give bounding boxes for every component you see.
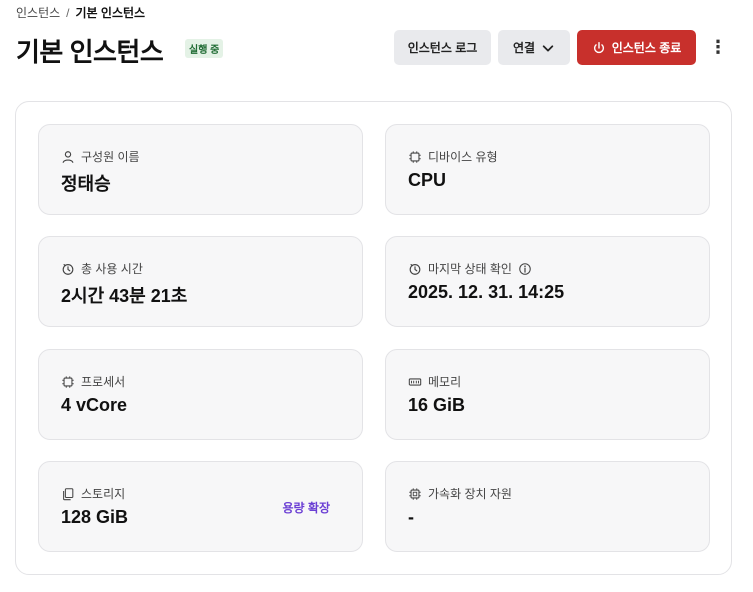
storage-icon (61, 487, 75, 501)
instance-details-panel: 구성원 이름 정태승 디바이스 유형 CPU 총 사용 시간 2시간 43분 2… (15, 101, 732, 575)
card-storage: 스토리지 128 GiB 용량 확장 (38, 461, 363, 552)
card-label: 총 사용 시간 (81, 262, 143, 276)
breadcrumb: 인스턴스 / 기본 인스턴스 (16, 4, 145, 21)
card-member-name: 구성원 이름 정태승 (38, 124, 363, 215)
instance-logs-button[interactable]: 인스턴스 로그 (394, 30, 491, 65)
memory-icon (408, 375, 422, 389)
card-label: 프로세서 (81, 375, 126, 389)
breadcrumb-separator: / (66, 5, 70, 20)
card-value: - (408, 507, 414, 527)
breadcrumb-parent-link[interactable]: 인스턴스 (16, 4, 60, 21)
timer-icon (61, 262, 75, 276)
stop-instance-button[interactable]: 인스턴스 종료 (577, 30, 696, 65)
card-value: 정태승 (61, 174, 111, 194)
card-value: 2025. 12. 31. 14:25 (408, 282, 565, 302)
card-value: 4 vCore (61, 395, 128, 415)
card-value: 128 GiB (61, 507, 129, 527)
card-processor: 프로세서 4 vCore (38, 349, 363, 440)
card-label: 메모리 (428, 375, 462, 389)
power-icon (592, 41, 606, 55)
card-last-status-check: 마지막 상태 확인 2025. 12. 31. 14:25 (385, 236, 710, 327)
status-badge: 실행 중 (185, 39, 224, 58)
card-memory: 메모리 16 GiB (385, 349, 710, 440)
card-device-type: 디바이스 유형 CPU (385, 124, 710, 215)
card-total-usage-time: 총 사용 시간 2시간 43분 21초 (38, 236, 363, 327)
card-label: 마지막 상태 확인 (428, 262, 512, 276)
card-value: CPU (408, 170, 447, 190)
accelerator-icon (408, 487, 422, 501)
chip-icon (408, 150, 422, 164)
page-title: 기본 인스턴스 (16, 37, 164, 67)
card-label: 구성원 이름 (81, 150, 140, 164)
breadcrumb-current: 기본 인스턴스 (75, 6, 146, 20)
info-icon[interactable] (518, 262, 532, 276)
card-label: 디바이스 유형 (428, 150, 498, 164)
card-value: 2시간 43분 21초 (61, 286, 188, 306)
page-header: 기본 인스턴스 실행 중 인스턴스 로그 연결 인스턴스 종료 ⋮ (16, 30, 736, 67)
expand-storage-button[interactable]: 용량 확장 (283, 499, 331, 516)
connect-label: 연결 (512, 41, 536, 55)
stop-instance-label: 인스턴스 종료 (611, 41, 682, 55)
card-label: 스토리지 (81, 487, 126, 501)
more-options-button[interactable]: ⋮ (708, 30, 728, 65)
user-icon (61, 150, 75, 164)
card-value: 16 GiB (408, 395, 466, 415)
timer-icon (408, 262, 422, 276)
chip-icon (61, 375, 75, 389)
chevron-down-icon (541, 41, 555, 55)
card-accelerator: 가속화 장치 자원 - (385, 461, 710, 552)
instance-logs-label: 인스턴스 로그 (407, 41, 478, 55)
connect-button[interactable]: 연결 (498, 30, 570, 65)
card-label: 가속화 장치 자원 (428, 487, 512, 501)
more-vertical-icon: ⋮ (709, 37, 727, 57)
